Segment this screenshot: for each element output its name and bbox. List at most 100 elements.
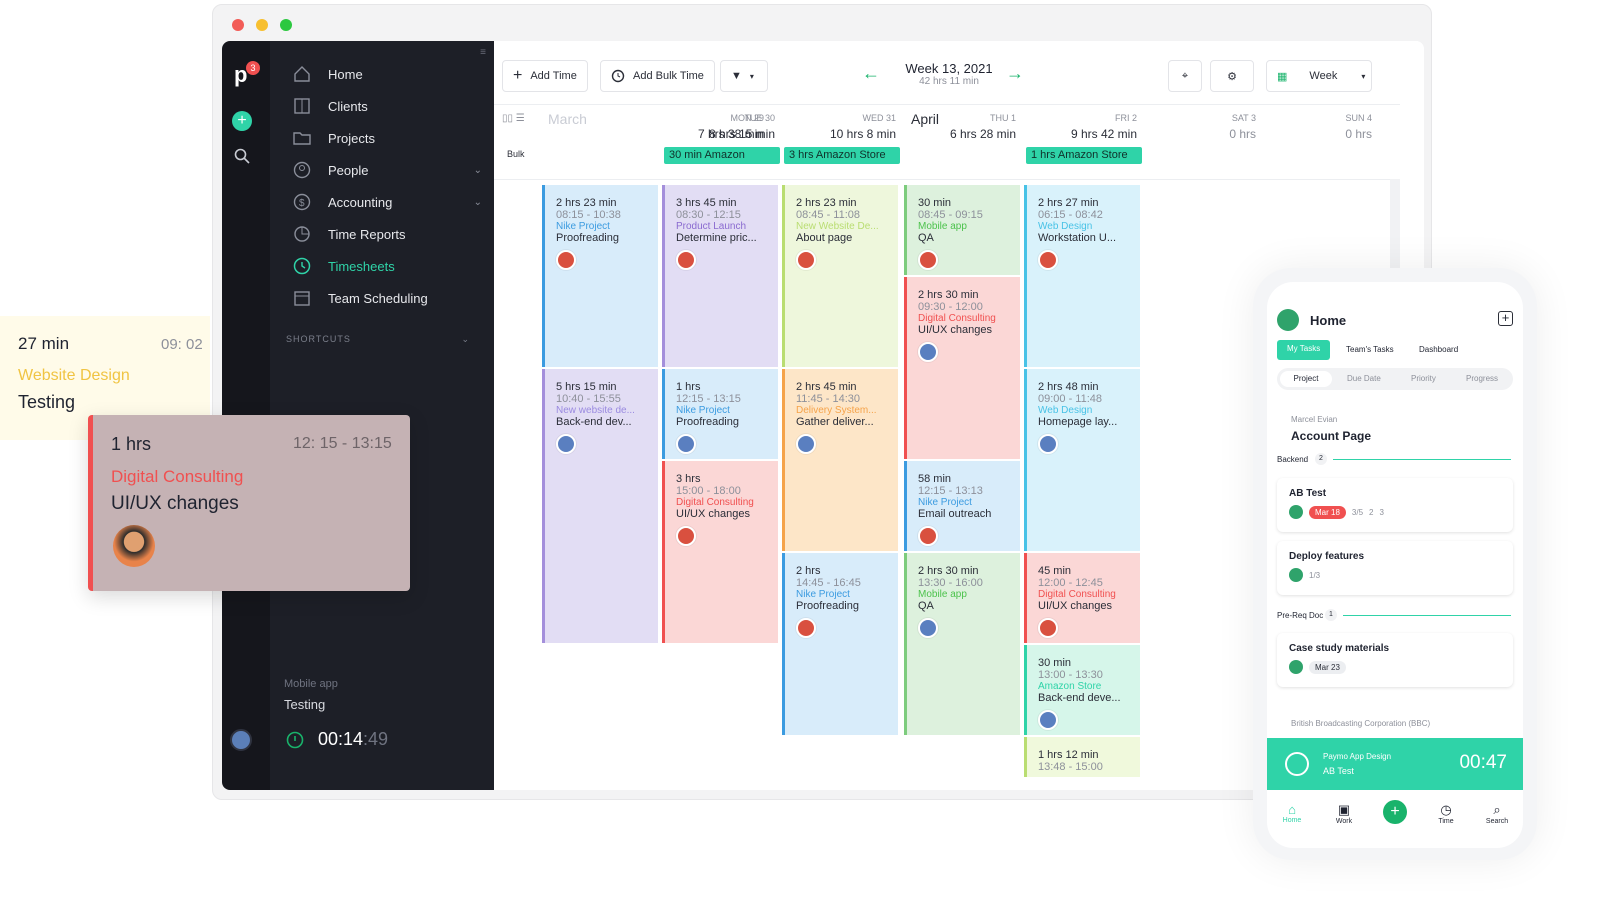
nav-label: Projects — [328, 130, 375, 146]
plus-icon: + — [513, 67, 523, 84]
locate-button[interactable]: ⌖ — [1168, 60, 1202, 92]
tab-my-tasks[interactable]: My Tasks — [1277, 340, 1331, 360]
nav-timesheets[interactable]: Timesheets — [292, 256, 482, 276]
tag-amazon[interactable]: 30 min Amazon — [664, 147, 780, 164]
filter-button[interactable]: ▼ ▾ — [720, 60, 768, 92]
minimize-dot[interactable] — [256, 19, 268, 31]
notification-badge: 3 — [246, 61, 260, 75]
time-entry-card[interactable]: 2 hrs 45 min 11:45 - 14:30 Delivery System… — [782, 369, 898, 551]
attachment-count: 3 — [1379, 507, 1384, 517]
project-name[interactable]: Account Page — [1291, 429, 1371, 443]
chevron-down-icon[interactable]: ⌄ — [461, 334, 470, 345]
sort-priority[interactable]: Priority — [1411, 374, 1436, 383]
group-count: 1 — [1325, 609, 1337, 621]
timer-icon[interactable] — [286, 731, 304, 749]
week-total: 42 hrs 11 min — [919, 76, 979, 87]
time-entry-card[interactable]: 5 hrs 15 min 10:40 - 15:55 New website de.… — [542, 369, 658, 643]
time-entry-card[interactable]: 30 min 08:45 - 09:15 Mobile app QA — [904, 185, 1020, 275]
time-entry-card[interactable]: 2 hrs 30 min 13:30 - 16:00 Mobile app QA — [904, 553, 1020, 735]
time-entry-card[interactable]: 2 hrs 27 min 06:15 - 08:42 Web Design Works… — [1024, 185, 1140, 367]
search-icon[interactable] — [234, 148, 250, 164]
add-time-button[interactable]: + Add Time — [502, 60, 588, 92]
entry-project: Product Launch — [676, 221, 747, 232]
tab-dashboard[interactable]: Dashboard — [1419, 345, 1458, 354]
mobile-timer-bar[interactable]: Paymo App Design AB Test 00:47 — [1267, 738, 1523, 790]
sort-progress[interactable]: Progress — [1466, 374, 1498, 383]
nav-people[interactable]: People ⌄ — [292, 160, 482, 180]
time-entry-card[interactable]: 1 hrs 12:15 - 13:15 Nike Project Proofreadi… — [662, 369, 778, 459]
settings-button[interactable]: ⚙ — [1210, 60, 1254, 92]
stop-icon[interactable] — [1285, 752, 1309, 776]
entry-task: Gather deliver... — [796, 416, 874, 428]
arrow-left-icon[interactable]: ← — [862, 63, 880, 84]
view-select[interactable]: ▦ Week ▾ — [1266, 60, 1372, 92]
close-dot[interactable] — [232, 19, 244, 31]
collapse-icon[interactable]: ≡ — [480, 47, 486, 58]
divider — [494, 104, 1400, 105]
time-entry-card[interactable]: 2 hrs 48 min 09:00 - 11:48 Web Design Homep… — [1024, 369, 1140, 551]
time-entry-card[interactable]: 45 min 12:00 - 12:45 Digital Consulting UI/… — [1024, 553, 1140, 643]
chevron-down-icon[interactable]: ⌄ — [474, 165, 482, 176]
briefcase-icon: ▣ — [1337, 802, 1351, 817]
nav-projects[interactable]: Projects — [292, 128, 482, 148]
time-entry-card[interactable]: 3 hrs 15:00 - 18:00 Digital Consulting UI/U… — [662, 461, 778, 643]
time-entry-card[interactable]: 2 hrs 14:45 - 16:45 Nike Project Proofreadi… — [782, 553, 898, 735]
time-entry-card[interactable]: 1 hrs 12 min 13:48 - 15:00 — [1024, 737, 1140, 777]
day-hours: 0 hrs — [1229, 127, 1256, 141]
nav-team-scheduling[interactable]: Team Scheduling — [292, 288, 482, 308]
time-entry-card[interactable]: 30 min 13:00 - 13:30 Amazon Store Back-end … — [1024, 645, 1140, 735]
avatar — [1289, 568, 1303, 582]
time-entry-card[interactable]: 2 hrs 23 min 08:15 - 10:38 Nike Project Pro… — [542, 185, 658, 367]
floating-entry-digital-consulting[interactable]: 1 hrs 12: 15 - 13:15 Digital Consulting … — [88, 415, 410, 591]
nav-search[interactable]: ⌕ Search — [1483, 802, 1511, 825]
tab-teams-tasks[interactable]: Team's Tasks — [1346, 345, 1394, 354]
shortcuts-header[interactable]: SHORTCUTS ⌄ — [286, 334, 470, 344]
tag-amazon-store[interactable]: 1 hrs Amazon Store — [1026, 147, 1142, 164]
task-card-case-study[interactable]: Case study materials Mar 23 — [1277, 633, 1513, 687]
filter-icon: ▼ — [731, 70, 742, 82]
avatar — [1038, 618, 1058, 638]
sort-due-date[interactable]: Due Date — [1347, 374, 1381, 383]
time-entry-card[interactable]: 3 hrs 45 min 08:30 - 12:15 Product Launch D… — [662, 185, 778, 367]
dollar-icon: $ — [292, 192, 312, 212]
entry-task: Back-end dev... — [556, 416, 632, 428]
nav-label: Home — [328, 66, 363, 82]
add-icon[interactable]: + — [1498, 311, 1513, 326]
subtask-count: 1/3 — [1309, 570, 1321, 580]
avatar — [113, 525, 155, 567]
mobile-bottom-nav: ⌂ Home ▣ Work + ◷ Time ⌕ Search — [1267, 794, 1523, 848]
entry-duration: 2 hrs 30 min — [918, 289, 979, 301]
user-avatar[interactable] — [230, 729, 252, 751]
chevron-down-icon[interactable]: ⌄ — [474, 197, 482, 208]
add-button[interactable]: + — [1383, 800, 1407, 824]
arrow-right-icon[interactable]: → — [1006, 63, 1024, 84]
home-icon — [292, 64, 312, 84]
time-entry-card[interactable]: 2 hrs 30 min 09:30 - 12:00 Digital Consult… — [904, 277, 1020, 459]
time-entry-card[interactable]: 58 min 12:15 - 13:13 Nike Project Email out… — [904, 461, 1020, 551]
entry-project: Nike Project — [796, 589, 850, 600]
nav-label: Timesheets — [328, 258, 395, 274]
bulk-label[interactable]: Bulk — [507, 149, 525, 159]
tag-amazon-store[interactable]: 3 hrs Amazon Store — [784, 147, 900, 164]
nav-time[interactable]: ◷ Time — [1433, 802, 1459, 825]
nav-accounting[interactable]: $ Accounting ⌄ — [292, 192, 482, 212]
sort-project[interactable]: Project — [1280, 371, 1332, 387]
time-entry-card[interactable]: 2 hrs 23 min 08:45 - 11:08 New Website De.… — [782, 185, 898, 367]
nav-home[interactable]: ⌂ Home — [1279, 802, 1305, 824]
entry-duration: 2 hrs 23 min — [556, 197, 617, 209]
entry-duration: 1 hrs 12 min — [1038, 749, 1099, 761]
nav-home[interactable]: Home — [292, 64, 482, 84]
nav-work[interactable]: ▣ Work — [1331, 802, 1357, 825]
avatar[interactable] — [1277, 309, 1299, 331]
task-card-ab-test[interactable]: AB Test Mar 18 3/5 2 3 — [1277, 478, 1513, 532]
add-icon[interactable]: + — [232, 111, 252, 131]
layout-toggle-icon[interactable]: ▯▯ ☰ — [502, 113, 525, 124]
nav-time-reports[interactable]: Time Reports — [292, 224, 482, 244]
entry-task: About page — [796, 232, 853, 244]
building-icon — [292, 96, 312, 116]
nav-clients[interactable]: Clients — [292, 96, 482, 116]
add-bulk-time-button[interactable]: Add Bulk Time — [600, 60, 715, 92]
maximize-dot[interactable] — [280, 19, 292, 31]
task-card-deploy[interactable]: Deploy features 1/3 — [1277, 541, 1513, 595]
entry-time: 14:45 - 16:45 — [796, 577, 861, 589]
